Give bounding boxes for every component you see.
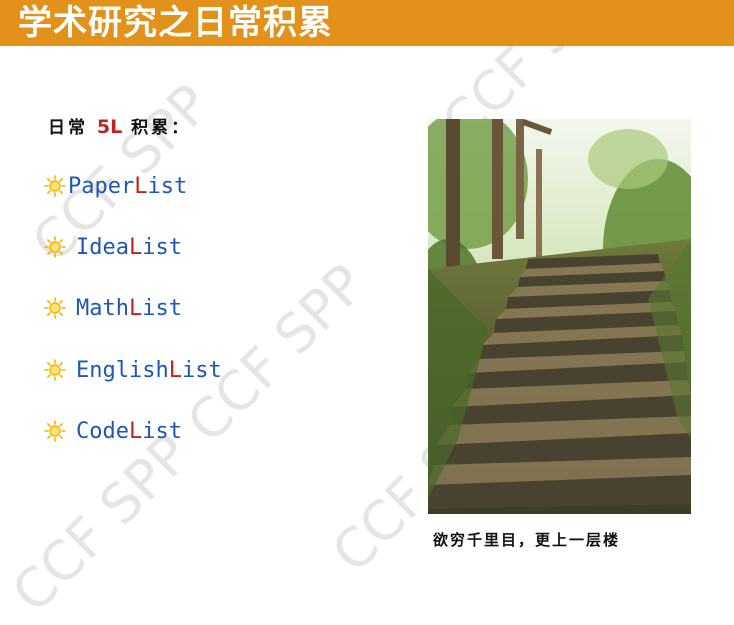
sun-icon <box>44 359 66 381</box>
item-rest: ist <box>142 234 182 260</box>
list-item-code: Code List <box>44 415 182 447</box>
sun-icon <box>44 175 66 197</box>
item-l: L <box>128 295 143 321</box>
sun-icon <box>44 236 66 258</box>
title-bar: 学术研究之日常积累 <box>0 0 734 46</box>
heading-highlight: 5L <box>96 116 123 138</box>
item-name: Idea <box>76 234 129 260</box>
list-item-math: Math List <box>44 292 182 324</box>
watermark: CCF SPP <box>0 422 203 625</box>
item-l: L <box>128 234 143 260</box>
item-l: L <box>128 418 143 444</box>
sun-icon <box>44 297 66 319</box>
photo-caption: 欲穷千里目，更上一层楼 <box>433 531 621 549</box>
item-l: L <box>168 357 182 383</box>
heading-suffix: 积累： <box>122 118 192 138</box>
item-name: Math <box>76 295 129 321</box>
item-name: Paper <box>68 173 135 199</box>
item-rest: ist <box>147 173 188 199</box>
item-name: English <box>76 357 169 383</box>
item-rest: ist <box>142 295 182 321</box>
list-item-idea: Idea List <box>44 231 182 263</box>
item-l: L <box>134 173 148 199</box>
item-rest: ist <box>142 418 182 444</box>
sun-icon <box>44 420 66 442</box>
section-heading: 日常 5L 积累： <box>48 113 191 138</box>
list-item-english: English List <box>44 354 222 386</box>
item-name: Code <box>76 418 129 444</box>
page-title: 学术研究之日常积累 <box>18 3 333 43</box>
list-item-paper: Paper List <box>44 170 187 202</box>
heading-prefix: 日常 <box>48 118 97 138</box>
item-rest: ist <box>181 357 222 383</box>
staircase-photo <box>428 119 691 514</box>
